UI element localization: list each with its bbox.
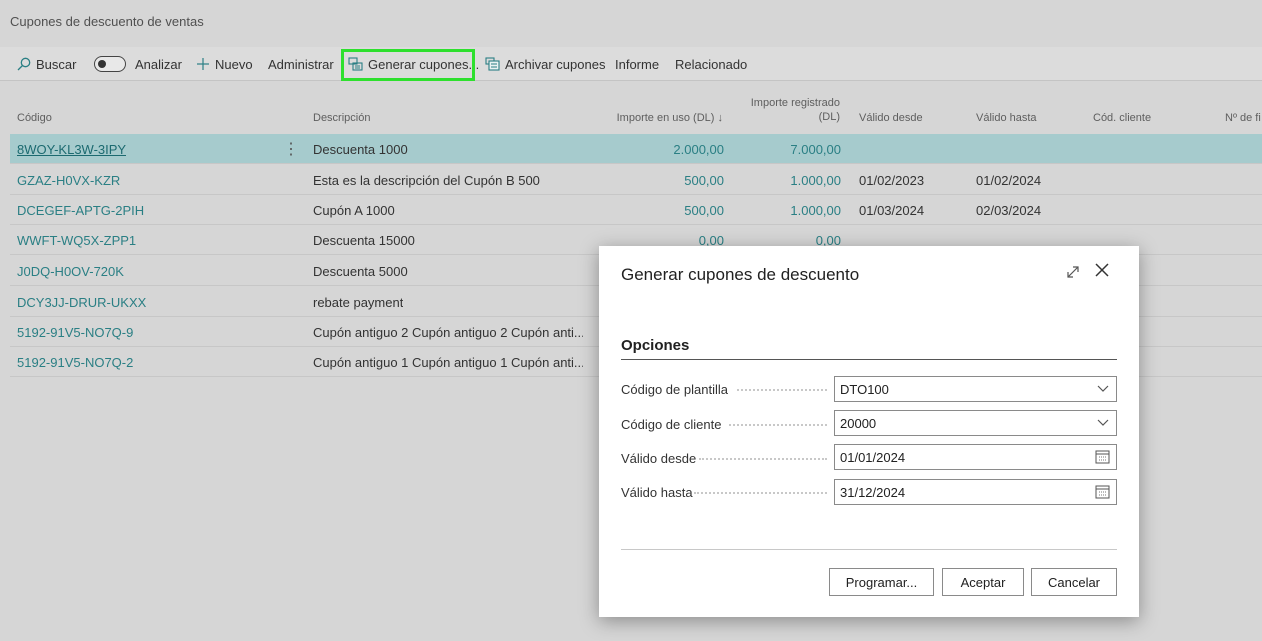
- header-valid-from[interactable]: Válido desde: [859, 112, 923, 124]
- manage-label: Administrar: [268, 56, 334, 72]
- row-code[interactable]: GZAZ-H0VX-KZR: [17, 165, 120, 195]
- calendar-icon[interactable]: [1095, 449, 1110, 467]
- template-code-value: DTO100: [840, 381, 889, 397]
- generate-coupons-label: Generar cupones...: [368, 56, 480, 72]
- header-description[interactable]: Descripción: [313, 112, 370, 124]
- field-leader-dots: [737, 389, 827, 391]
- analyze-label: Analizar: [135, 56, 182, 72]
- valid-from-value: 01/01/2024: [840, 449, 906, 465]
- table-row[interactable]: GZAZ-H0VX-KZR Esta es la descripción del…: [10, 165, 1262, 195]
- valid-to-value: 31/12/2024: [840, 484, 906, 500]
- close-icon[interactable]: [1093, 261, 1111, 283]
- customer-code-select[interactable]: 20000: [834, 410, 1117, 436]
- ok-button[interactable]: Aceptar: [942, 568, 1024, 596]
- table-row[interactable]: 8WOY-KL3W-3IPY ⋮ Descuenta 1000 2.000,00…: [10, 134, 1262, 164]
- row-code[interactable]: J0DQ-H0OV-720K: [17, 256, 124, 286]
- related-menu[interactable]: Relacionado: [675, 47, 747, 81]
- row-code[interactable]: 5192-91V5-NO7Q-2: [17, 347, 133, 377]
- row-valid-to: 02/03/2024: [976, 202, 1042, 218]
- header-customer[interactable]: Cód. cliente: [1093, 112, 1151, 124]
- row-valid-to: 01/02/2024: [976, 172, 1042, 188]
- section-title-options: Opciones: [621, 337, 690, 354]
- row-description: Cupón A 1000: [313, 202, 395, 218]
- row-code[interactable]: DCY3JJ-DRUR-UKXX: [17, 287, 146, 317]
- header-code[interactable]: Código: [17, 112, 52, 124]
- row-description: Descuenta 1000: [313, 141, 408, 157]
- valid-to-label: Válido hasta: [621, 484, 693, 500]
- field-leader-dots: [729, 424, 827, 426]
- analyze-toggle[interactable]: Analizar: [94, 47, 182, 81]
- calendar-icon[interactable]: [1095, 484, 1110, 502]
- header-amount-registered-line1: Importe registrado: [750, 97, 840, 109]
- row-amount-used[interactable]: 2.000,00: [570, 134, 724, 164]
- valid-from-label: Válido desde: [621, 450, 697, 466]
- template-code-select[interactable]: DTO100: [834, 376, 1117, 402]
- header-amount-registered[interactable]: Importe registrado (DL): [730, 97, 840, 123]
- header-valid-to[interactable]: Válido hasta: [976, 112, 1037, 124]
- page-title: Cupones de descuento de ventas: [10, 14, 204, 29]
- expand-icon[interactable]: [1065, 264, 1081, 285]
- row-amount-used[interactable]: 500,00: [570, 195, 724, 225]
- chevron-down-icon: [1096, 415, 1110, 432]
- generate-coupons-button[interactable]: Generar cupones...: [348, 47, 479, 81]
- row-description: Esta es la descripción del Cupón B 500: [313, 172, 540, 188]
- row-amount-used[interactable]: 500,00: [570, 165, 724, 195]
- row-description: Cupón antiguo 1 Cupón antiguo 1 Cupón an…: [313, 354, 583, 370]
- row-description: Descuenta 5000: [313, 263, 408, 279]
- row-description: Descuenta 15000: [313, 232, 415, 248]
- customer-code-value: 20000: [840, 415, 877, 431]
- footer-divider: [621, 549, 1117, 550]
- template-code-label: Código de plantilla: [621, 381, 728, 397]
- valid-from-date-input[interactable]: 01/01/2024: [834, 444, 1117, 470]
- row-code[interactable]: DCEGEF-APTG-2PIH: [17, 195, 144, 225]
- new-button[interactable]: Nuevo: [196, 47, 253, 81]
- row-description: rebate payment: [313, 294, 404, 310]
- field-leader-dots: [699, 458, 827, 460]
- field-leader-dots: [694, 492, 827, 494]
- generate-coupons-dialog: Generar cupones de descuento Opciones Có…: [599, 246, 1139, 617]
- header-amount-registered-line2: (DL): [818, 111, 840, 123]
- row-amount-registered[interactable]: 1.000,00: [730, 165, 841, 195]
- row-description: Cupón antiguo 2 Cupón antiguo 2 Cupón an…: [313, 324, 583, 340]
- header-amount-used[interactable]: Importe en uso (DL) ↓: [560, 112, 723, 124]
- report-menu[interactable]: Informe: [615, 47, 659, 81]
- new-label: Nuevo: [215, 56, 253, 72]
- report-label: Informe: [615, 56, 660, 72]
- dialog-title: Generar cupones de descuento: [621, 265, 860, 284]
- plus-icon: [196, 57, 210, 71]
- action-bar: Buscar Analizar Nuevo Administrar Genera…: [0, 47, 1262, 81]
- row-amount-registered[interactable]: 7.000,00: [730, 134, 841, 164]
- header-number[interactable]: Nº de fi: [1225, 112, 1262, 124]
- row-menu-icon[interactable]: ⋮: [283, 134, 299, 164]
- generate-coupons-icon: [348, 57, 363, 71]
- archive-icon: [485, 57, 500, 71]
- chevron-down-icon: [1096, 381, 1110, 398]
- row-amount-registered[interactable]: 1.000,00: [730, 195, 841, 225]
- archive-coupons-label: Archivar cupones: [505, 56, 606, 72]
- related-label: Relacionado: [675, 56, 748, 72]
- customer-code-label: Código de cliente: [621, 416, 722, 432]
- search-icon: [17, 57, 31, 71]
- table-row[interactable]: DCEGEF-APTG-2PIH Cupón A 1000 500,00 1.0…: [10, 195, 1262, 225]
- row-code[interactable]: WWFT-WQ5X-ZPP1: [17, 225, 136, 255]
- search-label: Buscar: [36, 56, 77, 72]
- cancel-button[interactable]: Cancelar: [1031, 568, 1117, 596]
- row-code[interactable]: 8WOY-KL3W-3IPY: [17, 134, 126, 164]
- row-code[interactable]: 5192-91V5-NO7Q-9: [17, 317, 133, 347]
- toggle-switch-icon: [94, 56, 126, 72]
- row-valid-from: 01/02/2023: [859, 172, 925, 188]
- section-divider: [621, 359, 1117, 360]
- manage-menu[interactable]: Administrar: [268, 47, 334, 81]
- schedule-button[interactable]: Programar...: [829, 568, 934, 596]
- archive-coupons-button[interactable]: Archivar cupones: [485, 47, 605, 81]
- valid-to-date-input[interactable]: 31/12/2024: [834, 479, 1117, 505]
- search-button[interactable]: Buscar: [17, 47, 76, 81]
- row-valid-from: 01/03/2024: [859, 202, 925, 218]
